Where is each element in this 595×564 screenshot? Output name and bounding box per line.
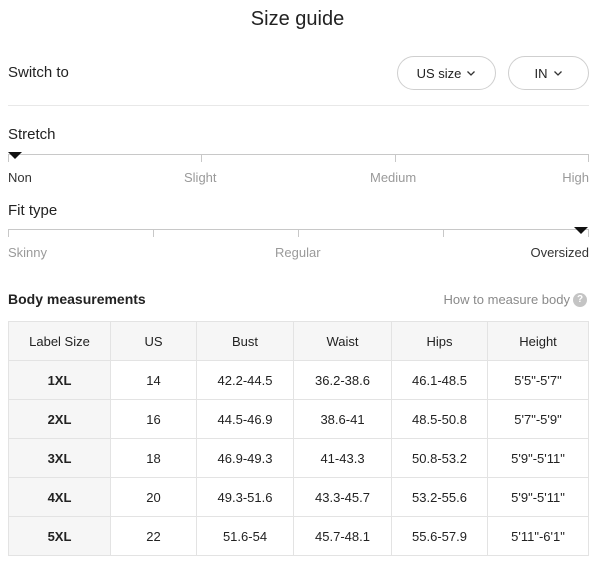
cell-us: 16 [110, 399, 197, 439]
cell-height: 5'9"-5'11" [487, 438, 589, 478]
cell-hips: 55.6-57.9 [391, 516, 488, 556]
cell-bust: 42.2-44.5 [196, 360, 294, 400]
cell-label-size: 3XL [8, 438, 111, 478]
fit-scale [8, 227, 589, 243]
chevron-down-icon [553, 71, 562, 76]
fit-label-skinny: Skinny [8, 245, 48, 260]
cell-height: 5'11"-6'1" [487, 516, 589, 556]
stretch-marker [8, 152, 22, 159]
cell-waist: 43.3-45.7 [293, 477, 392, 517]
stretch-labels: Non Slight Medium High [8, 170, 589, 186]
cell-height: 5'9"-5'11" [487, 477, 589, 517]
table-header-row: Label Size US Bust Waist Hips Height [8, 321, 589, 361]
cell-us: 20 [110, 477, 197, 517]
divider [8, 105, 589, 106]
chevron-down-icon [467, 71, 476, 76]
cell-waist: 36.2-38.6 [293, 360, 392, 400]
size-table: Label Size US Bust Waist Hips Height 1XL… [8, 321, 589, 556]
cell-bust: 44.5-46.9 [196, 399, 294, 439]
stretch-label-medium: Medium [370, 170, 417, 185]
cell-us: 18 [110, 438, 197, 478]
header-hips: Hips [391, 321, 488, 361]
stretch-label-high: High [562, 170, 589, 185]
unit-dropdown[interactable]: IN [508, 56, 589, 90]
cell-bust: 51.6-54 [196, 516, 294, 556]
switch-label: Switch to [8, 64, 69, 81]
question-circle-icon: ? [573, 292, 587, 307]
fit-labels: Skinny Regular Oversized [8, 245, 589, 261]
body-measurements-title: Body measurements [8, 291, 146, 307]
header-waist: Waist [293, 321, 392, 361]
cell-label-size: 5XL [8, 516, 111, 556]
cell-us: 22 [110, 516, 197, 556]
cell-label-size: 4XL [8, 477, 111, 517]
header-label-size: Label Size [8, 321, 111, 361]
cell-label-size: 2XL [8, 399, 111, 439]
fit-title: Fit type [8, 202, 58, 219]
cell-waist: 38.6-41 [293, 399, 392, 439]
stretch-label-non: Non [8, 170, 32, 185]
stretch-title: Stretch [8, 126, 56, 143]
header-us: US [110, 321, 197, 361]
cell-hips: 50.8-53.2 [391, 438, 488, 478]
size-system-dropdown[interactable]: US size [397, 56, 496, 90]
cell-waist: 41-43.3 [293, 438, 392, 478]
table-row: 1XL 14 42.2-44.5 36.2-38.6 46.1-48.5 5'5… [8, 360, 589, 400]
cell-label-size: 1XL [8, 360, 111, 400]
size-system-value: US size [416, 65, 462, 81]
fit-marker [574, 227, 588, 234]
stretch-scale [8, 152, 589, 168]
table-row: 2XL 16 44.5-46.9 38.6-41 48.5-50.8 5'7"-… [8, 399, 589, 439]
table-row: 3XL 18 46.9-49.3 41-43.3 50.8-53.2 5'9"-… [8, 438, 589, 478]
switch-row: Switch to US size IN [8, 56, 589, 90]
cell-hips: 48.5-50.8 [391, 399, 488, 439]
stretch-label-slight: Slight [184, 170, 217, 185]
how-to-measure-link[interactable]: How to measure body ? [444, 292, 587, 307]
cell-bust: 46.9-49.3 [196, 438, 294, 478]
cell-hips: 46.1-48.5 [391, 360, 488, 400]
cell-height: 5'5"-5'7" [487, 360, 589, 400]
table-row: 5XL 22 51.6-54 45.7-48.1 55.6-57.9 5'11"… [8, 516, 589, 556]
cell-waist: 45.7-48.1 [293, 516, 392, 556]
cell-hips: 53.2-55.6 [391, 477, 488, 517]
cell-height: 5'7"-5'9" [487, 399, 589, 439]
table-row: 4XL 20 49.3-51.6 43.3-45.7 53.2-55.6 5'9… [8, 477, 589, 517]
cell-us: 14 [110, 360, 197, 400]
page-title: Size guide [250, 8, 345, 30]
cell-bust: 49.3-51.6 [196, 477, 294, 517]
fit-label-regular: Regular [275, 245, 321, 260]
header-bust: Bust [196, 321, 294, 361]
header-height: Height [487, 321, 589, 361]
fit-label-oversized: Oversized [530, 245, 589, 260]
unit-value: IN [534, 65, 548, 81]
how-to-measure-label: How to measure body [443, 292, 570, 307]
